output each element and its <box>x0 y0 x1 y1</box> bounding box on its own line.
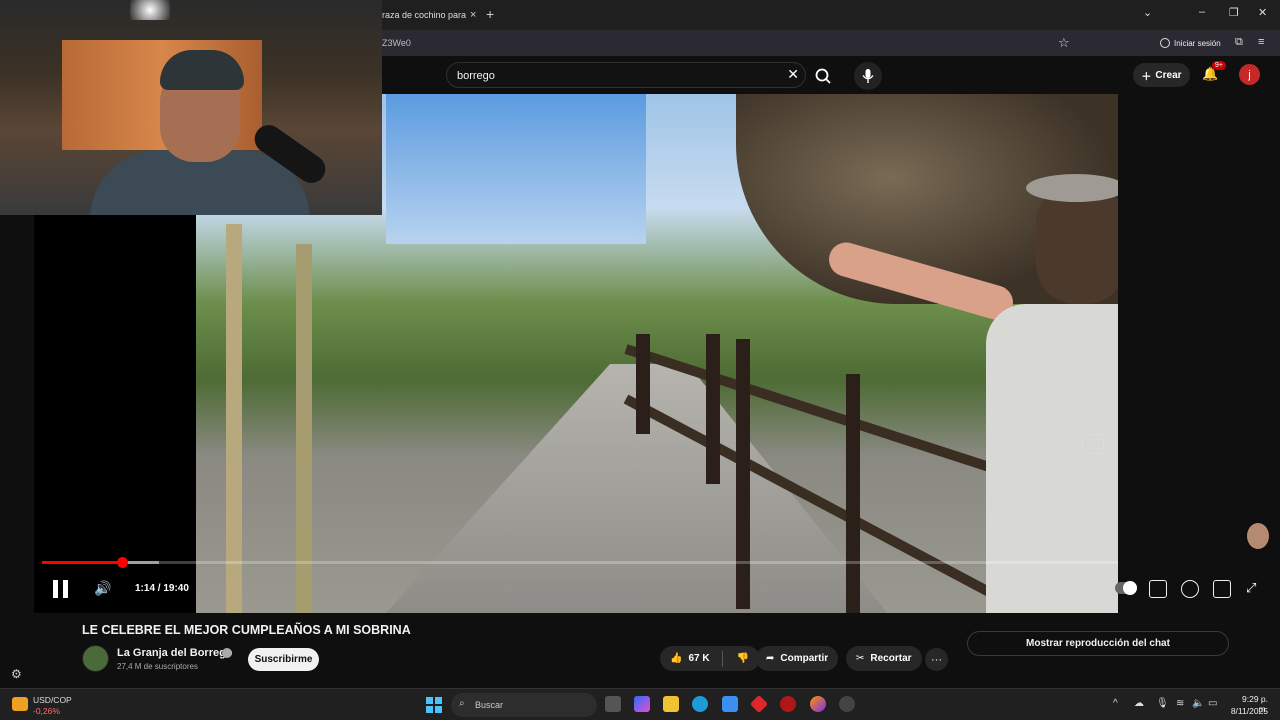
webcam-light <box>130 0 170 20</box>
taskbar-search-label: Buscar <box>475 700 504 710</box>
progress-played <box>42 561 122 564</box>
video-person-head <box>1036 184 1118 304</box>
video-tree-trunk <box>296 244 312 613</box>
windows-start-icon[interactable] <box>426 697 442 713</box>
show-chat-replay-button[interactable]: Mostrar reproducción del chat <box>967 631 1229 656</box>
webcam-person-cap <box>160 50 244 90</box>
ticker-name[interactable]: USD/COP <box>33 695 72 705</box>
microphone-icon[interactable]: 🎙 <box>1156 698 1169 709</box>
close-window-button[interactable]: ✕ <box>1258 6 1267 19</box>
subscriber-count: 27,4 M de suscriptores <box>117 662 198 671</box>
clear-search-icon[interactable]: ✕ <box>787 66 799 83</box>
maximize-button[interactable]: ❐ <box>1229 6 1239 19</box>
share-label: Compartir <box>780 653 829 664</box>
plus-icon: ＋ <box>1141 71 1152 83</box>
video-person-hat <box>1026 174 1118 202</box>
firefox-icon[interactable] <box>810 696 826 712</box>
search-icon: ⌕ <box>459 698 465 709</box>
fullscreen-icon[interactable]: ⤢ <box>1246 580 1256 596</box>
clip-button[interactable]: ✂ Recortar <box>846 646 922 671</box>
verified-icon <box>222 648 232 658</box>
ticker-change: -0,26% <box>33 706 60 716</box>
clock-date[interactable]: 8/11/2025 <box>1226 706 1268 716</box>
create-button[interactable]: ＋ Crear <box>1133 63 1190 87</box>
theater-mode-icon[interactable] <box>1213 580 1231 598</box>
channel-name[interactable]: La Granja del Borrego <box>117 647 233 659</box>
browser-tab[interactable]: raza de cochino para s × <box>376 4 486 26</box>
like-dislike-group: 👍 67 K 👎 <box>660 646 760 671</box>
settings-gear-icon[interactable]: ⚙ <box>11 667 22 681</box>
battery-icon[interactable]: ▭ <box>1208 698 1217 709</box>
side-avatar[interactable] <box>1247 523 1269 549</box>
pause-icon <box>53 580 58 598</box>
copilot-icon[interactable] <box>634 696 650 712</box>
file-explorer-icon[interactable] <box>663 696 679 712</box>
search-icon[interactable] <box>810 66 838 86</box>
autoplay-toggle[interactable] <box>1115 581 1137 595</box>
store-icon[interactable] <box>722 696 738 712</box>
notifications-badge: 9+ <box>1212 61 1226 70</box>
progress-bar[interactable] <box>42 561 1118 564</box>
pause-button[interactable] <box>52 580 70 598</box>
sign-in-button[interactable]: Iniciar sesión <box>1160 38 1221 48</box>
progress-scrubber[interactable] <box>116 557 128 568</box>
time-display: 1:14 / 19:40 <box>135 583 189 594</box>
like-button[interactable]: 👍 67 K <box>660 653 710 664</box>
subtitles-icon[interactable] <box>1149 580 1167 598</box>
more-actions-button[interactable]: ··· <box>925 648 948 671</box>
clip-label: Recortar <box>870 653 912 664</box>
microphone-icon <box>862 69 874 83</box>
video-title: LE CELEBRE EL MEJOR CUMPLEAÑOS A MI SOBR… <box>82 623 411 637</box>
extensions-icon[interactable]: ⧉ <box>1235 36 1243 49</box>
edge-browser-icon[interactable] <box>692 696 708 712</box>
thumbs-down-icon[interactable]: 👎 <box>737 653 749 664</box>
tab-title: raza de cochino para s <box>382 10 466 20</box>
person-icon <box>1160 38 1170 48</box>
create-label: Crear <box>1155 69 1182 81</box>
tray-overflow-icon[interactable]: ^ <box>1113 698 1118 709</box>
tab-close-icon[interactable]: × <box>470 9 476 21</box>
task-view-icon[interactable] <box>605 696 621 712</box>
video-person-shirt <box>986 304 1118 613</box>
settings-gear-icon[interactable] <box>1181 580 1199 598</box>
volume-icon[interactable]: 🔊 <box>94 580 111 597</box>
speaker-icon[interactable]: 🔈 <box>1192 698 1204 709</box>
taskbar-search[interactable]: ⌕ Buscar <box>451 693 597 717</box>
new-tab-button[interactable]: + <box>486 6 494 22</box>
minimize-button[interactable]: – <box>1199 6 1205 18</box>
voice-search-button[interactable] <box>854 62 882 90</box>
thumbs-up-icon: 👍 <box>670 653 683 664</box>
windows-taskbar: USD/COP -0,26% ⌕ Buscar ^ ☁ 🎙 ≋ 🔈 ▭ 9:29… <box>0 688 1280 720</box>
app-circle-icon[interactable] <box>780 696 796 712</box>
search-box[interactable]: borrego ✕ <box>446 62 806 88</box>
menu-icon[interactable]: ≡ <box>1258 36 1264 48</box>
cloud-icon[interactable]: ☁ <box>1134 698 1144 709</box>
share-icon: ➦ <box>766 653 775 664</box>
webcam-overlay <box>0 0 382 215</box>
app-gray-icon[interactable] <box>839 696 855 712</box>
app-red-icon[interactable] <box>749 694 769 714</box>
url-text[interactable]: Z3We0 <box>382 38 411 48</box>
video-tree-trunk <box>226 224 242 613</box>
video-sky <box>386 94 646 244</box>
miniplayer-icon[interactable] <box>1082 434 1104 454</box>
account-avatar[interactable]: j <box>1239 64 1260 85</box>
subscribe-button[interactable]: Suscribirme <box>248 648 319 671</box>
stock-ticker-icon <box>12 697 28 711</box>
sign-in-label: Iniciar sesión <box>1174 38 1221 48</box>
tab-list-icon[interactable]: ⌄ <box>1143 6 1152 19</box>
channel-avatar[interactable] <box>82 645 109 672</box>
share-button[interactable]: ➦ Compartir <box>756 646 839 671</box>
wifi-icon[interactable]: ≋ <box>1176 698 1184 709</box>
like-count: 67 K <box>688 653 710 664</box>
scissors-icon: ✂ <box>856 653 865 664</box>
bookmark-star-icon[interactable]: ☆ <box>1058 35 1070 51</box>
search-input[interactable]: borrego <box>457 70 495 82</box>
